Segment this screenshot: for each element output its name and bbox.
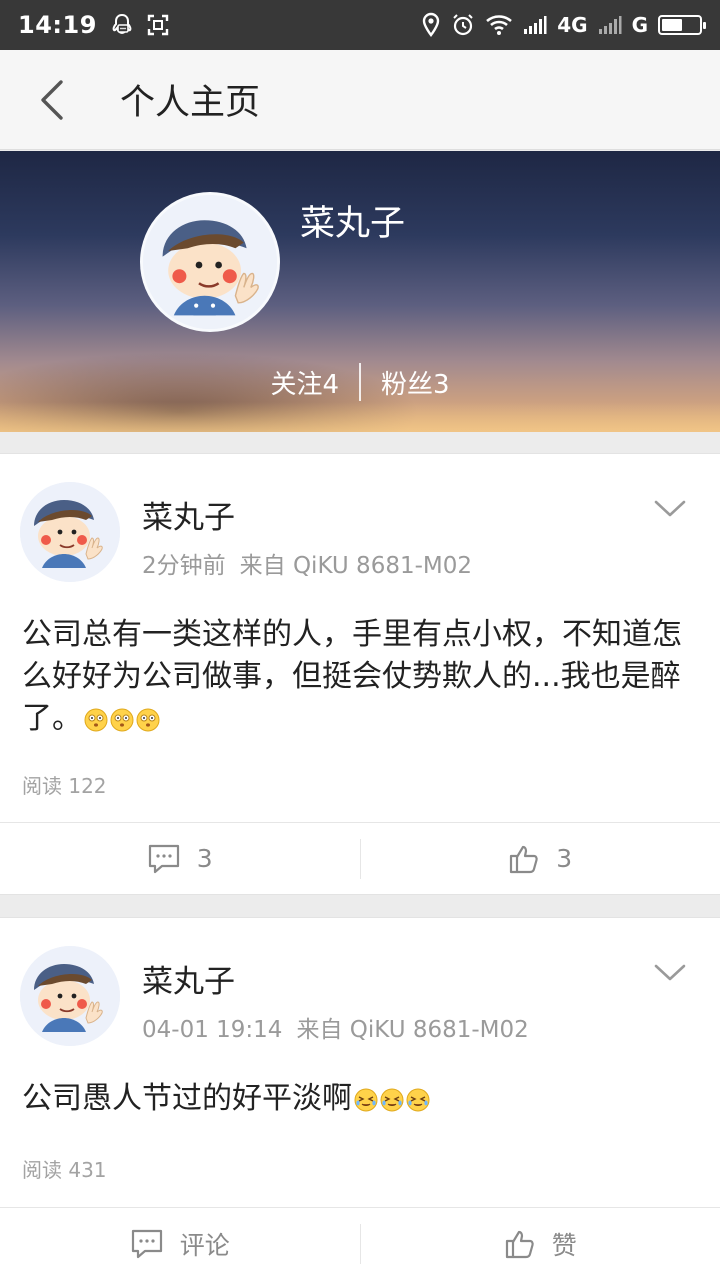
chevron-down-icon	[654, 964, 686, 981]
dizzy-face-emoji	[110, 708, 134, 731]
post-author[interactable]: 菜丸子	[142, 492, 235, 537]
status-time: 14:19	[18, 11, 97, 39]
post-action-bar: 3 3	[0, 822, 720, 894]
post-card[interactable]: 菜丸子 2分钟前 来自 QiKU 8681-M02 公司总有一类这样的人，手里有点…	[0, 453, 720, 895]
dizzy-face-emoji	[136, 708, 160, 731]
network-type-label-2: G	[631, 13, 648, 37]
post-text: 公司愚人节过的好平淡啊	[22, 1081, 352, 1116]
emoji-row	[84, 708, 160, 732]
post-action-bar: 评论 赞	[0, 1207, 720, 1279]
page-title: 个人主页	[120, 83, 261, 123]
profile-banner: 菜丸子 关注4 粉丝3	[0, 151, 720, 432]
comment-button[interactable]: 评论	[0, 1208, 360, 1279]
like-label: 赞	[551, 1230, 577, 1260]
comment-button[interactable]: 3	[0, 823, 360, 894]
chevron-down-icon	[654, 500, 686, 517]
emoji-row	[354, 1088, 430, 1112]
tired-face-emoji	[406, 1088, 430, 1111]
comment-icon	[131, 1229, 162, 1258]
post-content: 公司总有一类这样的人，手里有点小权，不知道怎么好好为公司做事，但挺会仗势欺人的.…	[22, 614, 702, 740]
like-button[interactable]: 赞	[361, 1208, 720, 1279]
post-source: 来自 QiKU 8681-M02	[239, 553, 472, 579]
back-button[interactable]	[0, 50, 104, 150]
followers-count[interactable]: 粉丝3	[361, 364, 470, 401]
post-time: 04-01 19:14	[142, 1017, 283, 1043]
post-content: 公司愚人节过的好平淡啊	[22, 1078, 702, 1120]
post-read-count: 阅读 122	[22, 774, 107, 798]
comment-icon	[148, 844, 179, 873]
dizzy-face-emoji	[84, 708, 108, 731]
post-meta: 04-01 19:14 来自 QiKU 8681-M02	[142, 1010, 529, 1044]
like-count: 3	[556, 844, 573, 873]
post-time: 2分钟前	[142, 553, 226, 579]
chevron-left-icon	[41, 79, 63, 120]
profile-name: 菜丸子	[300, 204, 406, 244]
location-icon	[421, 12, 441, 38]
post-avatar[interactable]	[20, 946, 120, 1046]
post-menu-button[interactable]	[650, 494, 690, 524]
battery-level	[662, 19, 682, 31]
comment-count: 3	[196, 844, 213, 873]
post-card[interactable]: 菜丸子 04-01 19:14 来自 QiKU 8681-M02 公司愚人节过的好…	[0, 917, 720, 1280]
cartoon-boy-avatar-icon	[143, 195, 277, 329]
battery-icon	[658, 15, 706, 35]
qq-notification-icon	[109, 12, 135, 38]
screenshot-icon	[145, 12, 171, 38]
comment-label: 评论	[179, 1230, 230, 1260]
signal-icon	[523, 15, 547, 35]
cartoon-boy-avatar-icon	[20, 482, 120, 582]
profile-avatar[interactable]	[140, 192, 280, 332]
alarm-icon	[451, 13, 475, 37]
status-bar: 14:19 4G G	[0, 0, 720, 50]
like-button[interactable]: 3	[361, 823, 720, 894]
thumbs-up-icon	[505, 1230, 534, 1258]
post-avatar[interactable]	[20, 482, 120, 582]
thumbs-up-icon	[510, 845, 539, 873]
cartoon-boy-avatar-icon	[20, 946, 120, 1046]
following-count[interactable]: 关注4	[250, 364, 359, 401]
post-menu-button[interactable]	[650, 958, 690, 988]
tired-face-emoji	[380, 1088, 404, 1111]
post-meta: 2分钟前 来自 QiKU 8681-M02	[142, 546, 472, 580]
tired-face-emoji	[354, 1088, 378, 1111]
post-author[interactable]: 菜丸子	[142, 956, 235, 1001]
signal-icon	[598, 15, 622, 35]
app-header: 个人主页	[0, 50, 720, 150]
profile-stats: 关注4 粉丝3	[0, 363, 720, 401]
network-type-label: 4G	[557, 13, 588, 37]
post-source: 来自 QiKU 8681-M02	[296, 1017, 529, 1043]
wifi-icon	[485, 14, 513, 36]
post-read-count: 阅读 431	[22, 1158, 107, 1182]
